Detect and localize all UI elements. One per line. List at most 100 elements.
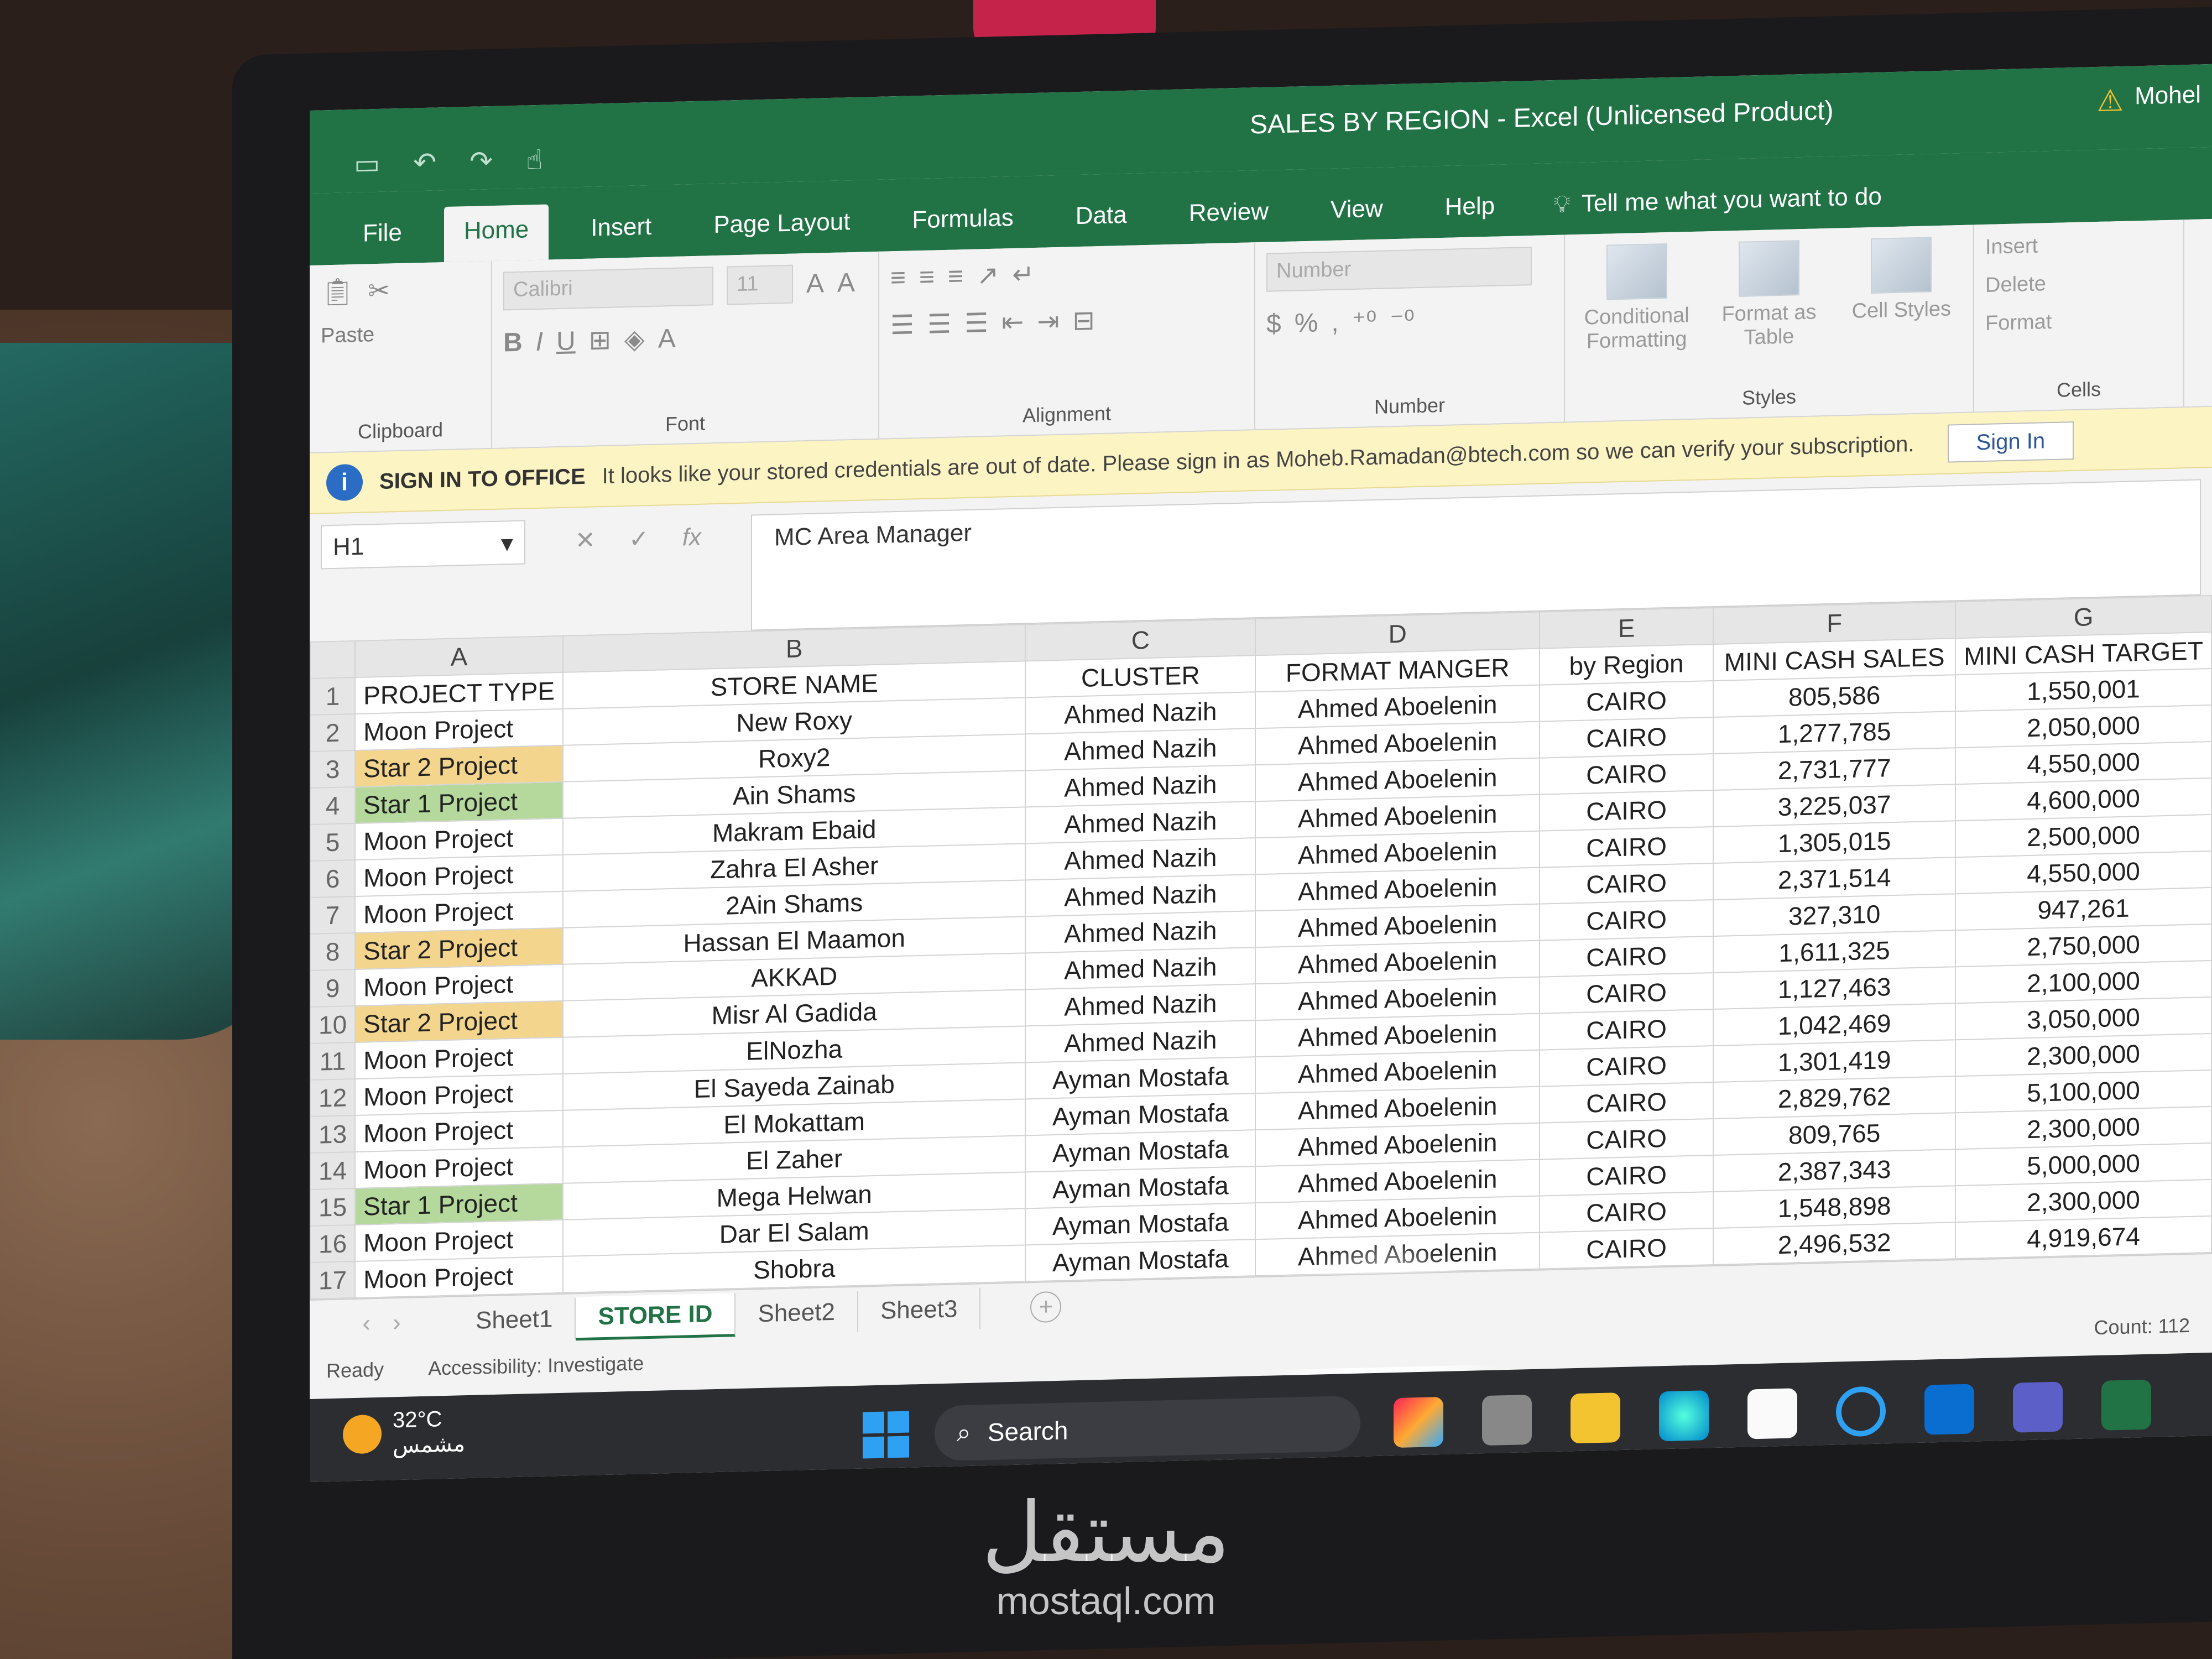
format-manager-cell[interactable]: Ahmed Aboelenin	[1255, 1159, 1540, 1203]
align-top-icon[interactable]: ≡	[890, 262, 906, 293]
cluster-cell[interactable]: Ahmed Nazih	[1025, 947, 1256, 990]
cluster-cell[interactable]: Ahmed Nazih	[1025, 801, 1256, 844]
mini-cash-sales-cell[interactable]: 809,765	[1713, 1113, 1956, 1155]
sheet-tab-sheet1[interactable]: Sheet1	[453, 1298, 576, 1342]
mini-cash-sales-cell[interactable]: 1,611,325	[1713, 930, 1956, 973]
project-type-cell[interactable]: Moon Project	[355, 1146, 564, 1188]
project-type-cell[interactable]: Moon Project	[355, 854, 564, 896]
project-type-cell[interactable]: Star 2 Project	[355, 1000, 564, 1042]
row-header[interactable]: 9	[310, 969, 356, 1007]
file-explorer-icon[interactable]	[1571, 1392, 1620, 1444]
edge-icon[interactable]	[1659, 1390, 1709, 1442]
row-header[interactable]: 6	[310, 859, 356, 898]
column-header-d[interactable]: D	[1255, 612, 1540, 656]
cluster-cell[interactable]: Ahmed Nazih	[1025, 1020, 1256, 1063]
cluster-cell[interactable]: Ahmed Nazih	[1025, 911, 1256, 953]
tab-help[interactable]: Help	[1425, 181, 1515, 238]
cut-icon[interactable]: ✂	[368, 275, 390, 306]
project-type-cell[interactable]: Moon Project	[355, 964, 564, 1006]
region-cell[interactable]: CAIRO	[1540, 1009, 1714, 1050]
paste-button[interactable]: Paste	[321, 320, 480, 348]
format-manager-cell[interactable]: Ahmed Aboelenin	[1255, 831, 1540, 875]
mini-cash-target-cell[interactable]: 2,300,000	[1955, 1106, 2211, 1150]
cortana-icon[interactable]	[1836, 1386, 1886, 1437]
mini-cash-sales-cell[interactable]: 2,387,343	[1713, 1149, 1956, 1192]
insert-cells-button[interactable]: Insert	[1985, 231, 2172, 259]
increase-decimal-icon[interactable]: ⁺⁰	[1352, 306, 1377, 337]
column-header-e[interactable]: E	[1540, 607, 1714, 649]
font-name-select[interactable]: Calibri	[503, 267, 713, 311]
region-cell[interactable]: CAIRO	[1540, 1118, 1714, 1160]
save-icon[interactable]: ▭	[354, 148, 380, 180]
header-cell[interactable]: MINI CASH SALES	[1713, 638, 1956, 681]
insert-function-icon[interactable]: fx	[682, 524, 701, 552]
project-type-cell[interactable]: Star 2 Project	[355, 927, 564, 969]
project-type-cell[interactable]: Star 2 Project	[355, 745, 564, 787]
align-right-icon[interactable]: ☰	[964, 307, 988, 339]
mini-cash-sales-cell[interactable]: 1,127,463	[1713, 967, 1956, 1009]
font-color-icon[interactable]: A	[658, 323, 676, 354]
tab-home[interactable]: Home	[444, 204, 549, 263]
align-bottom-icon[interactable]: ≡	[948, 261, 963, 292]
region-cell[interactable]: CAIRO	[1540, 790, 1714, 831]
copilot-icon[interactable]	[1394, 1396, 1443, 1448]
tell-me-box[interactable]: 💡︎ Tell me what you want to do	[1553, 183, 1882, 236]
column-header-g[interactable]: G	[1955, 595, 2211, 639]
align-left-icon[interactable]: ☰	[890, 309, 914, 341]
format-manager-cell[interactable]: Ahmed Aboelenin	[1255, 940, 1540, 984]
name-box[interactable]: H1 ▾	[321, 520, 525, 570]
region-cell[interactable]: CAIRO	[1540, 1228, 1714, 1269]
user-name[interactable]: Mohel	[2135, 81, 2201, 110]
row-header[interactable]: 2	[310, 713, 356, 752]
mini-cash-sales-cell[interactable]: 1,305,015	[1713, 821, 1956, 863]
format-manager-cell[interactable]: Ahmed Aboelenin	[1255, 1086, 1540, 1130]
region-cell[interactable]: CAIRO	[1540, 753, 1714, 795]
project-type-cell[interactable]: Moon Project	[355, 818, 564, 860]
row-header[interactable]: 11	[310, 1042, 356, 1080]
row-header[interactable]: 4	[310, 786, 356, 825]
taskbar-search[interactable]: ⌕ Search	[935, 1395, 1360, 1462]
select-all-corner[interactable]	[310, 640, 356, 679]
cluster-cell[interactable]: Ayman Mostafa	[1025, 1166, 1256, 1209]
outlook-icon[interactable]	[1924, 1384, 1974, 1435]
region-cell[interactable]: CAIRO	[1540, 1045, 1714, 1087]
align-middle-icon[interactable]: ≡	[919, 262, 935, 293]
row-header[interactable]: 10	[310, 1005, 356, 1044]
format-manager-cell[interactable]: Ahmed Aboelenin	[1255, 904, 1540, 948]
region-cell[interactable]: CAIRO	[1540, 1082, 1714, 1123]
italic-icon[interactable]: I	[536, 326, 543, 357]
header-cell[interactable]: MINI CASH TARGET	[1955, 632, 2211, 675]
cluster-cell[interactable]: Ayman Mostafa	[1025, 1203, 1256, 1245]
sheet-tab-store-id[interactable]: STORE ID	[576, 1292, 736, 1340]
mini-cash-sales-cell[interactable]: 805,586	[1713, 675, 1956, 717]
region-cell[interactable]: CAIRO	[1540, 717, 1714, 758]
task-view-icon[interactable]	[1482, 1394, 1532, 1446]
row-header[interactable]: 3	[310, 750, 356, 788]
format-manager-cell[interactable]: Ahmed Aboelenin	[1255, 1050, 1540, 1094]
cluster-cell[interactable]: Ayman Mostafa	[1025, 1057, 1256, 1099]
tab-data[interactable]: Data	[1056, 190, 1147, 247]
mini-cash-target-cell[interactable]: 4,919,674	[1955, 1215, 2211, 1259]
project-type-cell[interactable]: Moon Project	[355, 708, 564, 750]
project-type-cell[interactable]: Star 1 Project	[355, 781, 564, 823]
region-cell[interactable]: CAIRO	[1540, 899, 1714, 941]
number-format-select[interactable]: Number	[1266, 246, 1532, 292]
warning-icon[interactable]: ⚠	[2097, 83, 2124, 118]
mini-cash-target-cell[interactable]: 947,261	[1955, 887, 2211, 931]
column-header-a[interactable]: A	[355, 635, 564, 677]
delete-cells-button[interactable]: Delete	[1985, 269, 2172, 298]
format-manager-cell[interactable]: Ahmed Aboelenin	[1255, 977, 1540, 1021]
mini-cash-target-cell[interactable]: 2,750,000	[1955, 924, 2211, 967]
mini-cash-target-cell[interactable]: 2,300,000	[1955, 1179, 2211, 1223]
windows-start-icon[interactable]	[863, 1411, 909, 1459]
project-type-cell[interactable]: Star 1 Project	[355, 1183, 564, 1225]
cluster-cell[interactable]: Ahmed Nazih	[1025, 838, 1256, 880]
percent-icon[interactable]: %	[1295, 307, 1318, 338]
format-manager-cell[interactable]: Ahmed Aboelenin	[1255, 1196, 1540, 1240]
tab-view[interactable]: View	[1311, 184, 1403, 241]
increase-indent-icon[interactable]: ⇥	[1037, 306, 1059, 337]
borders-icon[interactable]: ⊞	[589, 325, 611, 356]
merge-center-icon[interactable]: ⊟	[1073, 305, 1095, 336]
row-header[interactable]: 7	[310, 896, 356, 934]
project-type-cell[interactable]: Moon Project	[355, 891, 564, 933]
